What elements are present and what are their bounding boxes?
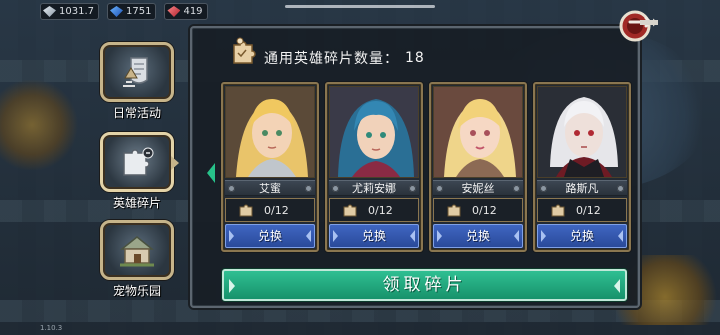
fragment-icon xyxy=(239,204,253,217)
hero-fragment-progress: 0/12 xyxy=(329,198,419,222)
side-menu-hero-fragment[interactable]: 英雄碎片 xyxy=(97,132,179,211)
fragment-icon xyxy=(447,204,461,217)
blue-gem-icon xyxy=(110,6,123,17)
hero-name-plate: 路斯凡 xyxy=(537,180,627,196)
resource-blue[interactable]: 1751 xyxy=(107,3,157,20)
hero-portrait-annisi xyxy=(433,86,523,178)
hero-card: 尤莉安娜 0/12 兑换 xyxy=(325,82,423,252)
hero-name: 安妮丝 xyxy=(461,182,495,195)
hero-name: 路斯凡 xyxy=(565,182,599,195)
top-indicator-strip xyxy=(285,5,435,8)
hero-progress-value: 0/12 xyxy=(576,203,601,217)
selected-indicator xyxy=(171,156,179,170)
hero-name-plate: 尤莉安娜 xyxy=(329,180,419,196)
version-label: 1.10.3 xyxy=(40,324,63,332)
resource-blue-value: 1751 xyxy=(126,6,152,17)
side-menu-label: 日常活动 xyxy=(112,106,161,120)
fragment-count-label: 通用英雄碎片数量： xyxy=(264,51,399,67)
hero-portrait-aimi xyxy=(225,86,315,178)
back-button[interactable] xyxy=(618,8,662,44)
hero-fragment-progress: 0/12 xyxy=(225,198,315,222)
resource-red-value: 419 xyxy=(183,6,203,17)
hero-progress-value: 0/12 xyxy=(368,203,393,217)
hero-progress-value: 0/12 xyxy=(472,203,497,217)
hero-fragment-icon xyxy=(123,147,154,176)
panel-title: 通用英雄碎片数量： 18 xyxy=(232,48,425,68)
hero-name: 艾蜜 xyxy=(259,182,281,195)
resource-silver[interactable]: 1031.7 xyxy=(40,3,99,20)
fragment-count-value: 18 xyxy=(405,50,425,66)
resource-bar: 1031.7 1751 419 xyxy=(40,3,208,20)
fragment-icon xyxy=(343,204,357,217)
hero-name-plate: 艾蜜 xyxy=(225,180,315,196)
hero-name: 尤莉安娜 xyxy=(352,182,396,195)
hero-portrait-yuliana xyxy=(329,86,419,178)
hero-portrait-lusifan xyxy=(537,86,627,178)
fragment-icon xyxy=(551,204,565,217)
side-menu-daily-activity[interactable]: 日常活动 xyxy=(97,42,177,121)
hero-fragment-progress: 0/12 xyxy=(433,198,523,222)
exchange-button[interactable]: 兑换 xyxy=(537,224,627,248)
silver-gem-icon xyxy=(43,6,56,17)
side-menu-label: 英雄碎片 xyxy=(112,196,161,210)
hero-fragment-progress: 0/12 xyxy=(537,198,627,222)
claim-fragment-button[interactable]: 领取碎片 xyxy=(222,269,627,301)
hero-card: 艾蜜 0/12 兑换 xyxy=(221,82,319,252)
daily-activity-icon xyxy=(123,57,148,87)
resource-red[interactable]: 419 xyxy=(164,3,208,20)
hero-name-plate: 安妮丝 xyxy=(433,180,523,196)
hero-card: 安妮丝 0/12 兑换 xyxy=(429,82,527,252)
red-gem-icon xyxy=(167,6,181,17)
hero-progress-value: 0/12 xyxy=(264,203,289,217)
exchange-button[interactable]: 兑换 xyxy=(433,224,523,248)
resource-silver-value: 1031.7 xyxy=(59,6,94,17)
side-menu-label: 宠物乐园 xyxy=(112,284,161,298)
scroll-left-arrow[interactable] xyxy=(207,163,215,183)
pet-park-icon xyxy=(119,236,155,267)
puzzle-piece-icon xyxy=(233,37,256,64)
exchange-button[interactable]: 兑换 xyxy=(225,224,315,248)
side-menu-pet-park[interactable]: 宠物乐园 xyxy=(97,220,177,299)
exchange-button[interactable]: 兑换 xyxy=(329,224,419,248)
hero-card: 路斯凡 0/12 兑换 xyxy=(533,82,631,252)
